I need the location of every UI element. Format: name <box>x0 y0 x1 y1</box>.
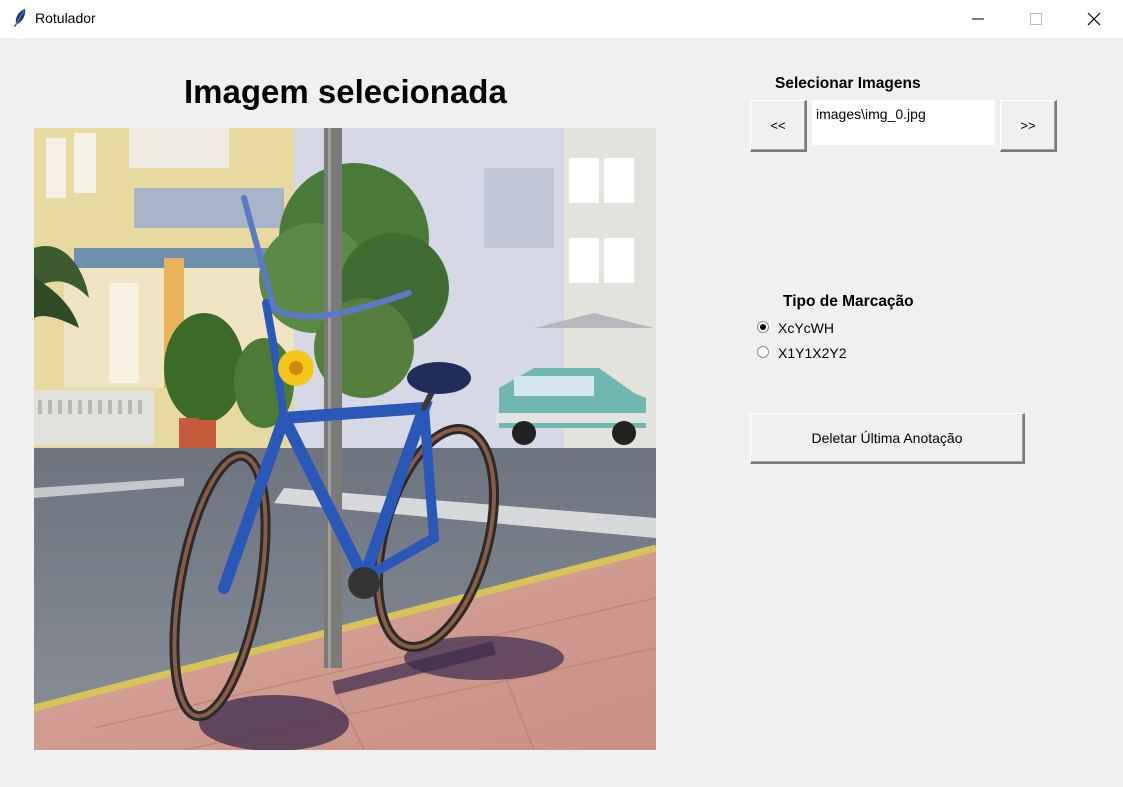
radio-x1y1x2y2-label[interactable]: X1Y1X2Y2 <box>778 345 847 361</box>
maximize-button[interactable] <box>1007 0 1065 38</box>
minimize-button[interactable] <box>949 0 1007 38</box>
annotation-type-label: Tipo de Marcação <box>783 293 914 310</box>
maximize-icon <box>1030 13 1042 25</box>
image-path-value: images\img_0.jpg <box>816 106 926 122</box>
radio-xcycwh[interactable] <box>757 321 769 333</box>
close-icon <box>1087 12 1101 26</box>
close-button[interactable] <box>1065 0 1123 38</box>
next-image-button[interactable]: >> <box>1000 100 1057 152</box>
minimize-icon <box>972 18 984 20</box>
radio-x1y1x2y2[interactable] <box>757 346 769 358</box>
previous-image-button[interactable]: << <box>750 100 807 152</box>
title-bar: Rotulador <box>0 0 1123 38</box>
feather-icon <box>14 9 26 27</box>
selected-image <box>34 128 656 750</box>
delete-last-annotation-button[interactable]: Deletar Última Anotação <box>750 413 1025 464</box>
page-title: Imagem selecionada <box>184 73 507 110</box>
select-images-label: Selecionar Imagens <box>775 75 921 92</box>
radio-xcycwh-label[interactable]: XcYcWH <box>778 320 834 336</box>
image-path-field[interactable]: images\img_0.jpg <box>812 100 995 145</box>
bicycle-street-photo <box>34 128 656 750</box>
window-title: Rotulador <box>35 10 96 26</box>
